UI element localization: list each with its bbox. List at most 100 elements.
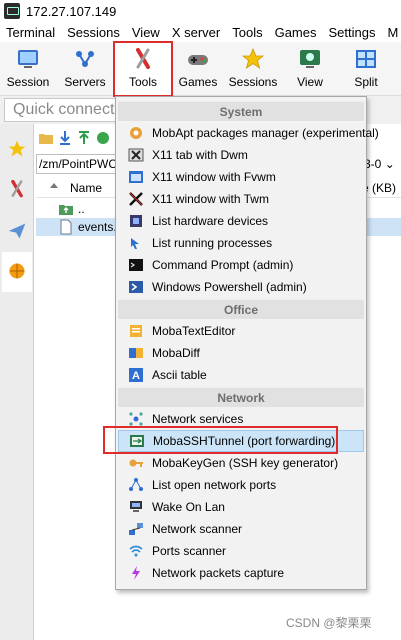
package-icon — [128, 125, 144, 141]
menu-item-ascii-table[interactable]: A Ascii table — [118, 364, 364, 386]
network-services-icon — [128, 411, 144, 427]
menu-x-server[interactable]: X server — [166, 25, 226, 40]
sort-up-icon — [50, 183, 58, 188]
menu-item-x11-twm[interactable]: X11 window with Twm — [118, 188, 364, 210]
menu-item-label: MobaKeyGen (SSH key generator) — [152, 456, 339, 470]
menu-settings[interactable]: Settings — [323, 25, 382, 40]
quick-connect-input[interactable]: Quick connect — [4, 98, 116, 122]
wifi-icon — [128, 543, 144, 559]
section-system: System — [118, 101, 364, 121]
menu-item-label: X11 window with Fvwm — [152, 170, 276, 184]
menu-item-wake-on-lan[interactable]: Wake On Lan — [118, 496, 364, 518]
ssh-tunnel-icon — [129, 433, 145, 449]
globe-icon — [7, 261, 27, 284]
app-icon — [4, 3, 20, 19]
main-toolbar: Session Servers Tools Games Sessions Vie… — [0, 41, 401, 97]
menu-item-hardware[interactable]: List hardware devices — [118, 210, 364, 232]
file-name: .. — [78, 202, 85, 216]
menu-item-mobadiff[interactable]: MobaDiff — [118, 342, 364, 364]
menu-item-keygen[interactable]: MobaKeyGen (SSH key generator) — [118, 452, 364, 474]
hardware-icon — [128, 213, 144, 229]
section-network: Network — [118, 387, 364, 407]
download-icon[interactable] — [57, 130, 73, 146]
games-button[interactable]: Games — [176, 42, 220, 96]
menu-terminal[interactable]: Terminal — [0, 25, 61, 40]
menu-tools[interactable]: Tools — [226, 25, 268, 40]
section-office: Office — [118, 299, 364, 319]
upload-icon[interactable] — [76, 130, 92, 146]
view-button[interactable]: View — [290, 42, 330, 96]
menu-sessions[interactable]: Sessions — [61, 25, 126, 40]
window-title: 172.27.107.149 — [26, 3, 117, 19]
watermark: CSDN @黎栗栗 — [286, 616, 372, 630]
menu-item-text-editor[interactable]: MobaTextEditor — [118, 320, 364, 342]
sidebar-tab-tools[interactable] — [2, 170, 32, 210]
capture-icon — [128, 565, 144, 581]
menu-item-label: X11 window with Twm — [152, 192, 269, 206]
session-icon — [15, 46, 41, 72]
tools-button[interactable]: Tools — [113, 41, 173, 97]
menu-bar: Terminal Sessions View X server Tools Ga… — [0, 22, 401, 42]
split-icon — [353, 46, 379, 72]
menu-item-label: Network services — [152, 412, 244, 426]
menu-item-label: Windows Powershell (admin) — [152, 280, 307, 294]
split-label: Split — [354, 75, 378, 89]
wake-on-lan-icon — [128, 499, 144, 515]
menu-item-powershell[interactable]: Windows Powershell (admin) — [118, 276, 364, 298]
menu-item-cmd[interactable]: Command Prompt (admin) — [118, 254, 364, 276]
svg-text:A: A — [132, 370, 140, 382]
chevron-down-icon: ⌄ — [384, 157, 395, 171]
menu-games[interactable]: Games — [269, 25, 323, 40]
menu-item-processes[interactable]: List running processes — [118, 232, 364, 254]
powershell-icon — [128, 279, 144, 295]
menu-item-label: Command Prompt (admin) — [152, 258, 294, 272]
sidebar-tab-sessions[interactable] — [2, 130, 32, 170]
menu-view[interactable]: View — [126, 25, 166, 40]
servers-icon — [72, 46, 98, 72]
ports-icon — [128, 477, 144, 493]
menu-item-label: MobApt packages manager (experimental) — [152, 126, 379, 140]
menu-macros[interactable]: M — [381, 25, 401, 40]
process-icon — [128, 235, 144, 251]
text-editor-icon — [128, 323, 144, 339]
view-label: View — [297, 75, 323, 89]
scanner-icon — [128, 521, 144, 537]
menu-item-label: Network packets capture — [152, 566, 285, 580]
sidebar-tab-macros[interactable] — [2, 212, 32, 252]
menu-item-label: MobaSSHTunnel (port forwarding) — [153, 434, 336, 448]
star-icon — [240, 46, 266, 72]
sidebar-tab-sftp[interactable] — [2, 252, 32, 292]
servers-label: Servers — [64, 75, 106, 89]
star-icon — [7, 139, 27, 162]
menu-item-packet-capture[interactable]: Network packets capture — [118, 562, 364, 584]
menu-item-open-ports[interactable]: List open network ports — [118, 474, 364, 496]
menu-item-label: Wake On Lan — [152, 500, 225, 514]
session-button[interactable]: Session — [4, 42, 52, 96]
view-icon — [297, 46, 323, 72]
menu-item-label: X11 tab with Dwm — [152, 148, 248, 162]
sessions-label: Sessions — [228, 75, 278, 89]
column-name[interactable]: Name — [70, 181, 102, 195]
games-label: Games — [178, 75, 218, 89]
x11-twm-icon — [128, 191, 144, 207]
refresh-icon[interactable] — [95, 130, 111, 146]
menu-item-network-scanner[interactable]: Network scanner — [118, 518, 364, 540]
menu-item-ports-scanner[interactable]: Ports scanner — [118, 540, 364, 562]
menu-item-ssh-tunnel[interactable]: MobaSSHTunnel (port forwarding) — [118, 430, 364, 452]
menu-item-x11-dwm[interactable]: X11 tab with Dwm — [118, 144, 364, 166]
path-input[interactable]: /zm/PointPWCN — [36, 154, 126, 174]
path-suffix[interactable]: 3-0 ⌄ — [364, 154, 401, 174]
folder-icon[interactable] — [38, 130, 54, 146]
split-button[interactable]: Split — [346, 42, 386, 96]
servers-button[interactable]: Servers — [60, 42, 110, 96]
menu-item-network-services[interactable]: Network services — [118, 408, 364, 430]
window-icon — [128, 169, 144, 185]
diff-icon — [128, 345, 144, 361]
menu-item-label: List running processes — [152, 236, 273, 250]
menu-item-x11-fvwm[interactable]: X11 window with Fvwm — [118, 166, 364, 188]
menu-item-label: List hardware devices — [152, 214, 269, 228]
sidebar-tabs — [0, 124, 34, 640]
sessions-button[interactable]: Sessions — [228, 42, 278, 96]
paper-plane-icon — [7, 221, 27, 244]
menu-item-mobapt[interactable]: MobApt packages manager (experimental) — [118, 122, 379, 144]
